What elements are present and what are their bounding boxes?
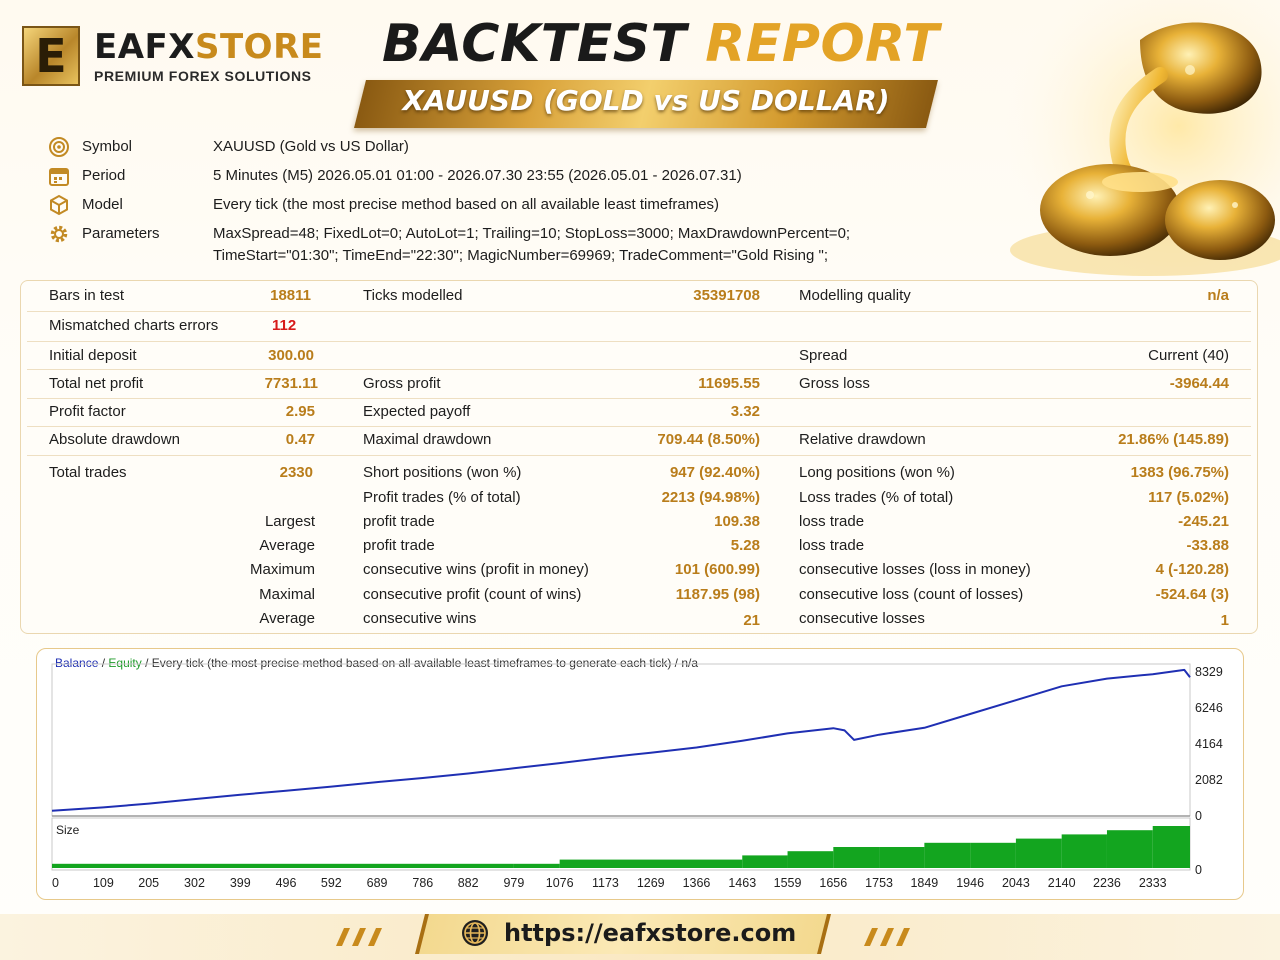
y-tick-label: 6246 xyxy=(1195,701,1223,715)
x-tick-label: 1849 xyxy=(910,876,938,890)
size-bar xyxy=(924,842,971,868)
decor-stripes-left xyxy=(336,928,382,946)
size-bar xyxy=(879,847,925,868)
x-tick-label: 1076 xyxy=(546,876,574,890)
x-tick-label: 2333 xyxy=(1139,876,1167,890)
y-tick-label: 0 xyxy=(1195,809,1202,823)
size-bar xyxy=(513,863,560,868)
x-tick-label: 1656 xyxy=(819,876,847,890)
x-tick-label: 592 xyxy=(321,876,342,890)
size-panel-label: Size xyxy=(56,823,80,837)
size-bar xyxy=(970,842,1016,868)
website-link[interactable]: https://eafxstore.com xyxy=(460,918,796,948)
size-bar xyxy=(742,855,788,868)
size-bar xyxy=(1015,838,1062,868)
size-bar xyxy=(833,847,880,868)
decor-stripes-right xyxy=(864,928,910,946)
x-tick-label: 1173 xyxy=(592,876,619,890)
size-y-tick-label: 0 xyxy=(1195,863,1202,877)
x-tick-label: 109 xyxy=(93,876,114,890)
x-tick-label: 2140 xyxy=(1048,876,1076,890)
x-tick-label: 1753 xyxy=(865,876,893,890)
x-tick-label: 1559 xyxy=(774,876,802,890)
globe-icon xyxy=(462,920,488,946)
x-tick-label: 1269 xyxy=(637,876,665,890)
size-bar xyxy=(1152,826,1190,868)
x-tick-label: 302 xyxy=(184,876,205,890)
x-tick-label: 979 xyxy=(503,876,524,890)
y-tick-label: 2082 xyxy=(1195,773,1223,787)
main-plot-frame xyxy=(51,663,1191,817)
size-bar xyxy=(559,859,743,868)
x-tick-label: 1366 xyxy=(683,876,711,890)
x-tick-label: 205 xyxy=(138,876,159,890)
x-tick-label: 1946 xyxy=(956,876,984,890)
x-tick-label: 882 xyxy=(458,876,479,890)
x-tick-label: 399 xyxy=(230,876,251,890)
balance-chart: Size 0 109 205 302 399 496 592 689 786 882 979 1076… xyxy=(51,663,1223,890)
size-bar xyxy=(1106,830,1153,868)
y-tick-label: 4164 xyxy=(1195,737,1223,751)
y-tick-label: 8329 xyxy=(1195,665,1223,679)
size-bar xyxy=(1061,834,1107,868)
x-tick-label: 2236 xyxy=(1093,876,1121,890)
website-url[interactable]: https://eafxstore.com xyxy=(504,919,796,947)
size-bar xyxy=(52,863,514,868)
x-tick-label: 689 xyxy=(367,876,388,890)
x-tick-label: 2043 xyxy=(1002,876,1030,890)
x-tick-label: 786 xyxy=(412,876,433,890)
x-tick-label: 0 xyxy=(52,876,59,890)
x-tick-label: 1463 xyxy=(728,876,756,890)
balance-line xyxy=(51,668,1191,812)
x-tick-label: 496 xyxy=(276,876,297,890)
size-bar xyxy=(787,851,834,868)
